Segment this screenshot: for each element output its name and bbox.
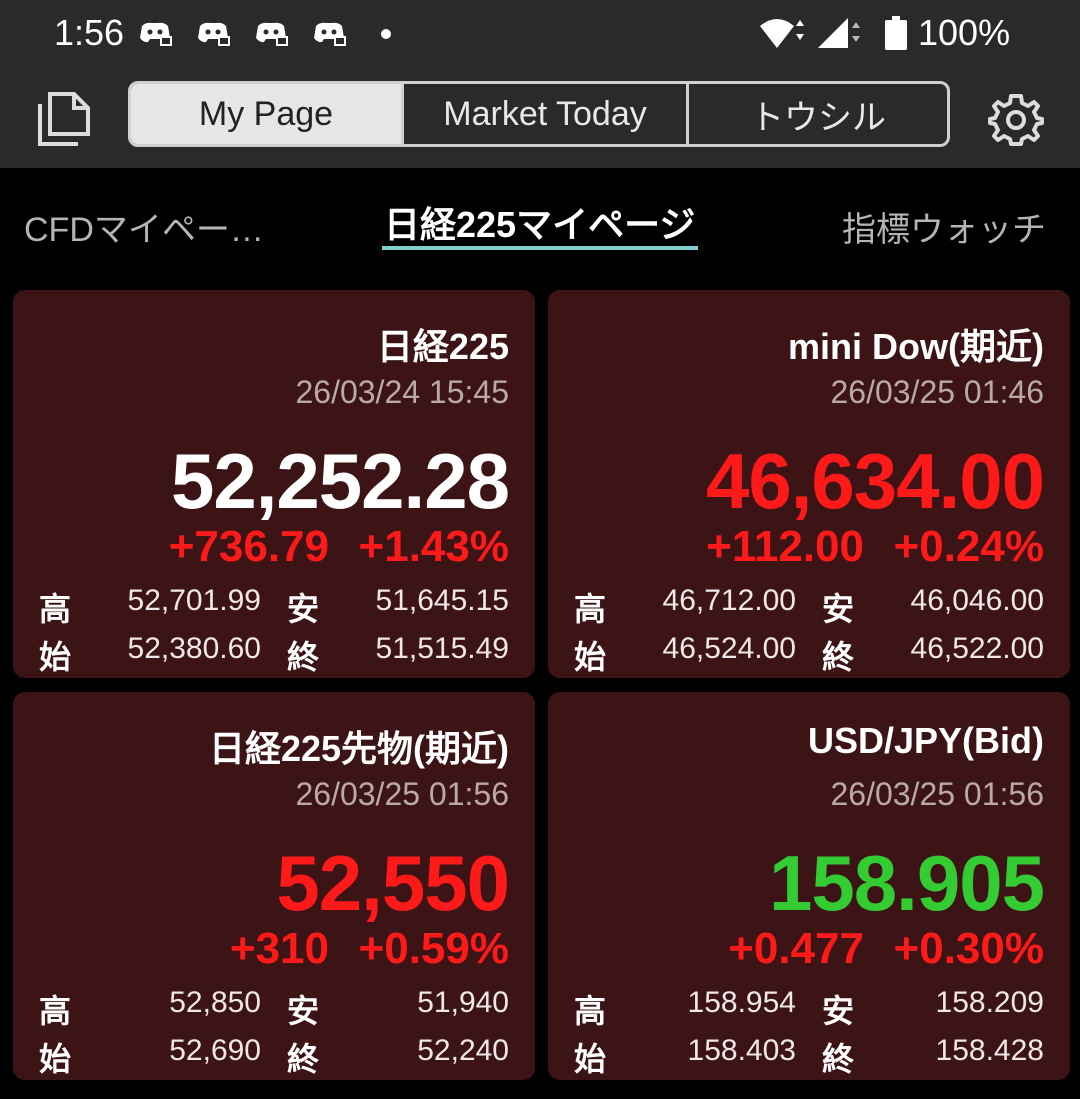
- open-value: 52,380.60: [127, 632, 261, 665]
- instrument-name: mini Dow(期近): [788, 326, 1044, 367]
- main-tab-control: My Page Market Today トウシル: [128, 81, 950, 147]
- tab-market-today[interactable]: Market Today: [401, 84, 686, 144]
- percent-change: +0.30%: [893, 924, 1044, 973]
- active-tab-indicator: [382, 246, 698, 250]
- low-label: 安: [287, 591, 320, 627]
- quote-card[interactable]: 日経225先物(期近) 26/03/25 01:56 52,550 +310 +…: [13, 692, 535, 1080]
- price-change: +310: [229, 924, 329, 973]
- price-change: +0.477: [728, 924, 864, 973]
- high-label: 高: [574, 993, 607, 1029]
- instrument-name: USD/JPY(Bid): [807, 720, 1044, 761]
- quote-card[interactable]: 日経225 26/03/24 15:45 52,252.28 +736.79 +…: [13, 290, 535, 678]
- low-label: 安: [287, 993, 320, 1029]
- subtab-cfd-mypage[interactable]: CFDマイペー…: [24, 202, 264, 251]
- open-value: 158.403: [687, 1034, 796, 1067]
- close-label: 終: [287, 639, 320, 675]
- high-value: 52,701.99: [127, 584, 261, 617]
- close-label: 終: [287, 1041, 320, 1077]
- low-value: 51,940: [417, 986, 509, 1019]
- discord-notification-icon: [198, 22, 230, 46]
- close-value: 158.428: [935, 1034, 1044, 1067]
- close-value: 46,522.00: [910, 632, 1044, 665]
- status-bar: 1:56 100%: [0, 0, 1080, 66]
- percent-change: +0.59%: [358, 924, 509, 973]
- quote-timestamp: 26/03/24 15:45: [295, 374, 509, 410]
- app-header: My Page Market Today トウシル: [0, 66, 1080, 168]
- close-label: 終: [822, 639, 855, 675]
- open-label: 始: [39, 639, 72, 675]
- open-value: 52,690: [169, 1034, 261, 1067]
- discord-notification-icon: [140, 22, 172, 46]
- wifi-icon: [760, 19, 804, 48]
- high-label: 高: [39, 591, 72, 627]
- low-value: 46,046.00: [910, 584, 1044, 617]
- price-change: +112.00: [706, 522, 864, 571]
- more-notifications-icon: [381, 29, 391, 39]
- high-label: 高: [574, 591, 607, 627]
- close-value: 51,515.49: [375, 632, 509, 665]
- tab-toushiru[interactable]: トウシル: [686, 84, 947, 144]
- current-price: 158.905: [769, 839, 1045, 927]
- battery-icon: [885, 16, 907, 50]
- instrument-name: 日経225: [376, 326, 509, 367]
- current-price: 46,634.00: [705, 437, 1045, 525]
- current-price: 52,550: [276, 839, 510, 927]
- high-label: 高: [39, 993, 72, 1029]
- quote-timestamp: 26/03/25 01:56: [295, 776, 509, 812]
- gear-icon[interactable]: [988, 92, 1044, 148]
- battery-percentage: 100%: [918, 12, 1011, 53]
- low-value: 158.209: [935, 986, 1044, 1019]
- quote-timestamp: 26/03/25 01:46: [830, 374, 1044, 410]
- percent-change: +0.24%: [893, 522, 1044, 571]
- close-value: 52,240: [417, 1034, 509, 1067]
- signal-icon: [818, 18, 860, 48]
- instrument-name: 日経225先物(期近): [208, 728, 509, 769]
- high-value: 158.954: [687, 986, 796, 1019]
- quote-timestamp: 26/03/25 01:56: [830, 776, 1044, 812]
- open-value: 46,524.00: [662, 632, 796, 665]
- close-label: 終: [822, 1041, 855, 1077]
- open-label: 始: [39, 1041, 72, 1077]
- pages-icon[interactable]: [36, 92, 92, 146]
- percent-change: +1.43%: [358, 522, 509, 571]
- status-time: 1:56: [54, 12, 125, 53]
- price-change: +736.79: [168, 522, 329, 571]
- subtab-nikkei-mypage[interactable]: 日経225マイページ: [384, 196, 695, 248]
- high-value: 52,850: [169, 986, 261, 1019]
- discord-notification-icon: [256, 22, 288, 46]
- subtab-indicator-watch[interactable]: 指標ウォッチ: [842, 202, 1046, 251]
- current-price: 52,252.28: [170, 437, 510, 525]
- quote-card[interactable]: mini Dow(期近) 26/03/25 01:46 46,634.00 +1…: [548, 290, 1070, 678]
- high-value: 46,712.00: [662, 584, 796, 617]
- low-label: 安: [822, 993, 855, 1029]
- tab-my-page[interactable]: My Page: [131, 84, 401, 144]
- quote-card[interactable]: USD/JPY(Bid) 26/03/25 01:56 158.905 +0.4…: [548, 692, 1070, 1080]
- open-label: 始: [574, 639, 607, 675]
- low-label: 安: [822, 591, 855, 627]
- low-value: 51,645.15: [375, 584, 509, 617]
- sub-tabs: CFDマイペー… 日経225マイページ 指標ウォッチ: [0, 168, 1080, 278]
- discord-notification-icon: [314, 22, 346, 46]
- open-label: 始: [574, 1041, 607, 1077]
